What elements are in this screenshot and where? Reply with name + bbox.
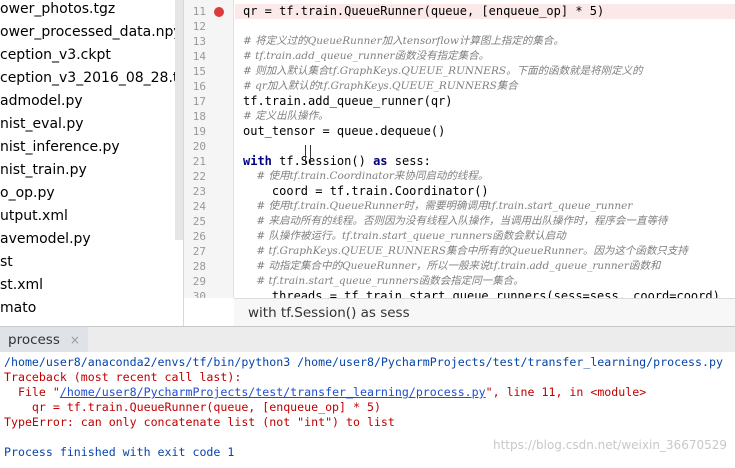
- code-line: out_tensor = queue.dequeue(): [243, 124, 446, 138]
- line-number: 19: [192, 125, 206, 138]
- watermark: https://blog.csdn.net/weixin_36670529: [492, 438, 727, 452]
- close-icon[interactable]: ×: [70, 333, 80, 347]
- console-file-suffix: ", line 11, in <module>: [485, 385, 647, 399]
- line-number: 18: [192, 110, 206, 123]
- tab-process[interactable]: process ×: [0, 327, 88, 353]
- line-number-gutter: 11 12 13 14 15 16 17 18 19 20 21 22 23 2…: [184, 0, 234, 298]
- console-error: TypeError: can only concatenate list (no…: [4, 415, 395, 429]
- line-number: 17: [192, 95, 206, 108]
- sidebar-file[interactable]: st: [0, 251, 13, 274]
- line-number: 12: [192, 20, 206, 33]
- sidebar-file[interactable]: ception_v3.ckpt: [0, 44, 111, 67]
- comment-line: # 来启动所有的线程。否则因为没有线程入队操作，当调用出队操作时，程序会一直等待: [243, 215, 668, 227]
- console-traceback-header: Traceback (most recent call last):: [4, 370, 242, 384]
- line-number: 14: [192, 50, 206, 63]
- sidebar-file[interactable]: admodel.py: [0, 90, 83, 113]
- sidebar-file[interactable]: nist_inference.py: [0, 136, 120, 159]
- code-line: tf.train.add_queue_runner(qr): [243, 94, 453, 108]
- line-number: 27: [192, 245, 206, 258]
- console-command: /home/user8/anaconda2/envs/tf/bin/python…: [4, 355, 723, 369]
- console-file-prefix: File ": [4, 385, 60, 399]
- console-exit: Process finished with exit code 1: [4, 445, 235, 459]
- line-number: 24: [192, 200, 206, 213]
- sidebar-file[interactable]: nist_eval.py: [0, 113, 84, 136]
- breakpoint-icon[interactable]: [214, 7, 224, 17]
- line-number: 15: [192, 65, 206, 78]
- project-sidebar: ower_photos.tgz ower_processed_data.npy …: [0, 0, 184, 326]
- sidebar-file[interactable]: st.xml: [0, 274, 43, 297]
- comment-line: # 队操作被运行。tf.train.start_queue_runners函数会…: [243, 230, 566, 242]
- text-cursor-icon: [305, 145, 311, 163]
- line-number: 26: [192, 230, 206, 243]
- line-number: 20: [192, 140, 206, 153]
- comment-line: # qr加入默认的tf.GraphKeys.QUEUE_RUNNERS集合: [243, 80, 518, 92]
- code-line: with tf.Session() as sess:: [243, 154, 431, 168]
- line-number: 13: [192, 35, 206, 48]
- comment-line: # tf.train.start_queue_runners函数会指定同一集合。: [243, 275, 524, 287]
- sidebar-file[interactable]: ower_processed_data.npy: [0, 21, 182, 44]
- console-file-line: File "/home/user8/PycharmProjects/test/t…: [4, 385, 646, 400]
- console-file-link[interactable]: /home/user8/PycharmProjects/test/transfe…: [60, 385, 486, 399]
- comment-line: # 定义出队操作。: [243, 110, 329, 122]
- sidebar-file[interactable]: o_op.py: [0, 182, 55, 205]
- run-tool-window-header: process ×: [0, 326, 735, 353]
- code-line: qr = tf.train.QueueRunner(queue, [enqueu…: [243, 4, 605, 18]
- sidebar-file[interactable]: ower_photos.tgz: [0, 0, 115, 21]
- line-number: 25: [192, 215, 206, 228]
- sidebar-file[interactable]: ception_v3_2016_08_28.tar.: [0, 67, 183, 90]
- comment-line: # tf.GraphKeys.QUEUE_RUNNERS集合中所有的QueueR…: [243, 245, 688, 257]
- console-code-line: qr = tf.train.QueueRunner(queue, [enqueu…: [4, 400, 381, 414]
- sidebar-scrollbar[interactable]: [175, 0, 183, 240]
- sidebar-file[interactable]: nist_train.py: [0, 159, 87, 182]
- breadcrumb[interactable]: with tf.Session() as sess: [234, 298, 735, 326]
- sidebar-file[interactable]: avemodel.py: [0, 228, 91, 251]
- line-number: 23: [192, 185, 206, 198]
- code-line: coord = tf.train.Coordinator(): [243, 184, 489, 198]
- tab-label: process: [8, 332, 60, 348]
- comment-line: # 动指定集合中的QueueRunner，所以一般来说tf.train.add_…: [243, 260, 661, 272]
- line-number: 11: [192, 5, 206, 18]
- sidebar-file[interactable]: mato: [0, 297, 36, 320]
- line-number: 16: [192, 80, 206, 93]
- comment-line: # 将定义过的QueueRunner加入tensorflow计算图上指定的集合。: [243, 35, 564, 47]
- comment-line: # 使用tf.train.Coordinator来协同启动的线程。: [243, 170, 489, 182]
- comment-line: # tf.train.add_queue_runner函数没有指定集合。: [243, 50, 490, 62]
- line-number: 28: [192, 260, 206, 273]
- comment-line: # 使用tf.train.QueueRunner时，需要明确调用tf.train…: [243, 200, 633, 212]
- comment-line: # 则加入默认集合tf.GraphKeys.QUEUE_RUNNERS。下面的函…: [243, 65, 643, 77]
- line-number: 30: [192, 290, 206, 298]
- code-line: threads = tf.train.start_queue_runners(s…: [243, 289, 720, 298]
- sidebar-file[interactable]: utput.xml: [0, 205, 68, 228]
- line-number: 29: [192, 275, 206, 288]
- line-number: 21: [192, 155, 206, 168]
- line-number: 22: [192, 170, 206, 183]
